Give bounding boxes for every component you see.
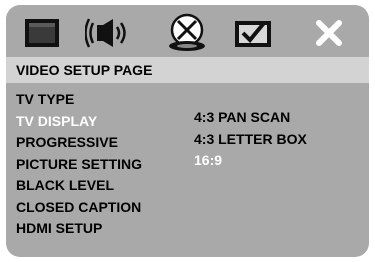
menu-item-progressive[interactable]: PROGRESSIVE xyxy=(16,132,142,154)
checkmark-box-icon xyxy=(235,21,271,47)
option-letter-box[interactable]: 4:3 LETTER BOX xyxy=(194,129,307,151)
menu-item-picture-setting[interactable]: PICTURE SETTING xyxy=(16,154,142,176)
title-bar: VIDEO SETUP PAGE xyxy=(6,57,369,83)
setup-menu-list: TV TYPE TV DISPLAY PROGRESSIVE PICTURE S… xyxy=(16,89,142,240)
option-pan-scan[interactable]: 4:3 PAN SCAN xyxy=(194,107,307,129)
tab-exit[interactable] xyxy=(303,12,355,54)
menu-item-tv-type[interactable]: TV TYPE xyxy=(16,89,142,111)
close-icon xyxy=(316,20,342,46)
page-title: VIDEO SETUP PAGE xyxy=(16,62,153,78)
menu-item-tv-display[interactable]: TV DISPLAY xyxy=(16,111,142,133)
menu-item-black-level[interactable]: BLACK LEVEL xyxy=(16,175,142,197)
tv-display-options: 4:3 PAN SCAN 4:3 LETTER BOX 16:9 xyxy=(194,107,307,172)
setup-menu-panel: VIDEO SETUP PAGE TV TYPE TV DISPLAY PROG… xyxy=(6,5,369,257)
tab-video[interactable] xyxy=(161,12,213,54)
tab-preferences[interactable] xyxy=(227,12,279,54)
video-disc-icon xyxy=(169,13,205,51)
option-16-9[interactable]: 16:9 xyxy=(194,150,307,172)
monitor-icon xyxy=(25,19,59,47)
menu-item-closed-caption[interactable]: CLOSED CAPTION xyxy=(16,197,142,219)
tab-audio[interactable] xyxy=(83,12,135,54)
tab-monitor[interactable] xyxy=(16,12,68,54)
speaker-icon xyxy=(85,18,126,48)
menu-item-hdmi-setup[interactable]: HDMI SETUP xyxy=(16,218,142,240)
icon-bar xyxy=(6,5,369,57)
